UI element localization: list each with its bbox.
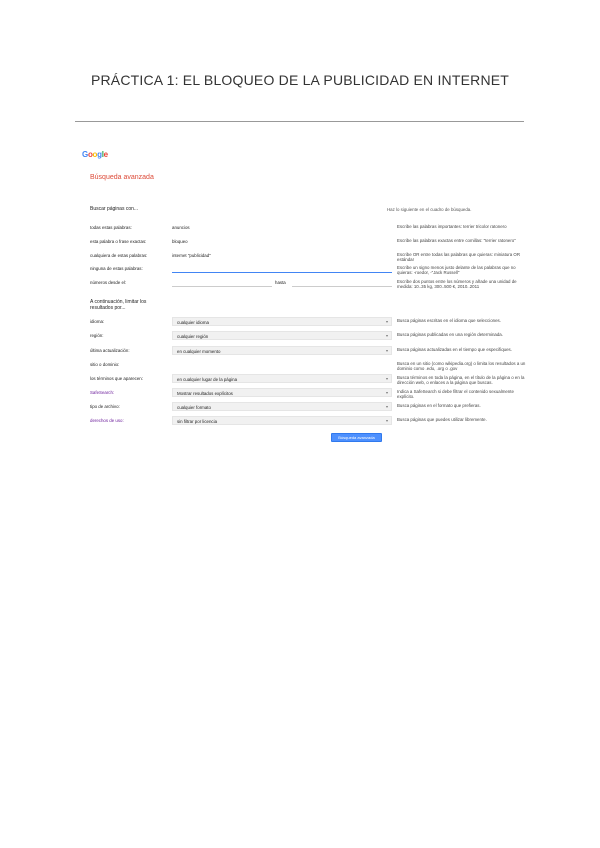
field-hint: Busca términos en toda la página, en el … — [397, 375, 525, 386]
language-select[interactable]: cualquier idioma ▾ — [172, 317, 392, 326]
form-row: SafeSearch: Mostrar resultados explícito… — [90, 388, 526, 400]
field-label: los términos que aparecen: — [90, 376, 143, 381]
field-label: tipo de archivo: — [90, 404, 120, 409]
form-row: números desde el: hasta Escribe dos punt… — [90, 278, 526, 290]
form-row: sitio o dominio: Busca en un sitio (como… — [90, 360, 526, 372]
field-label: sitio o dominio: — [90, 362, 120, 367]
dropdown-arrow-icon: ▾ — [385, 376, 388, 381]
form-row: ninguna de estas palabras: Escribe un si… — [90, 264, 526, 276]
dropdown-arrow-icon: ▾ — [385, 348, 388, 353]
field-hint: Busca páginas escritas en el idioma que … — [397, 318, 501, 323]
safesearch-select[interactable]: Mostrar resultados explícitos ▾ — [172, 388, 392, 397]
terms-appearing-select[interactable]: en cualquier lugar de la página ▾ — [172, 374, 392, 383]
field-hint: Escribe un signo menos justo delante de … — [397, 265, 516, 276]
field-hint: Busca páginas actualizadas en el tiempo … — [397, 347, 512, 352]
select-value: cualquier formato — [177, 405, 211, 410]
number-to-input[interactable] — [292, 278, 392, 287]
form-row: derechos de uso: sin filtrar por licenci… — [90, 416, 526, 426]
file-type-select[interactable]: cualquier formato ▾ — [172, 402, 392, 411]
select-value: en cualquier lugar de la página — [177, 377, 238, 382]
field-label: esta palabra o frase exactas: — [90, 239, 147, 244]
none-words-input[interactable] — [172, 264, 392, 273]
to-label: hasta — [275, 280, 286, 285]
field-label: cualquiera de estas palabras: — [90, 253, 148, 258]
document-title: PRÁCTICA 1: EL BLOQUEO DE LA PUBLICIDAD … — [90, 72, 510, 88]
all-words-input[interactable]: anuncios — [172, 225, 190, 230]
google-logo: Google — [82, 150, 108, 159]
field-label: todas estas palabras: — [90, 225, 132, 230]
field-label: idioma: — [90, 319, 105, 324]
field-label: números desde el: — [90, 280, 127, 285]
form-row: los términos que aparecen: en cualquier … — [90, 374, 526, 386]
usage-rights-link[interactable]: derechos de uso: — [90, 418, 162, 423]
field-label: última actualización: — [90, 348, 130, 353]
advanced-search-button[interactable]: Búsqueda avanzada — [331, 433, 382, 442]
form-row: todas estas palabras: anuncios Escribe l… — [90, 223, 526, 233]
form-row: región: cualquier región ▾ Busca páginas … — [90, 331, 526, 341]
form-row: última actualización: en cualquier momen… — [90, 346, 526, 356]
field-label: región: — [90, 333, 104, 338]
page-title: Búsqueda avanzada — [90, 174, 154, 181]
dropdown-arrow-icon: ▾ — [385, 390, 388, 395]
dropdown-arrow-icon: ▾ — [385, 333, 388, 338]
form-row: idioma: cualquier idioma ▾ Busca páginas … — [90, 317, 526, 327]
field-hint: Busca en un sitio (como wikipedia.org) o… — [397, 361, 526, 372]
dropdown-arrow-icon: ▾ — [385, 404, 388, 409]
usage-rights-select[interactable]: sin filtrar por licencia ▾ — [172, 416, 392, 425]
select-value: cualquier región — [177, 334, 209, 339]
hint-heading: Haz lo siguiente en el cuadro de búsqued… — [387, 207, 472, 212]
any-words-input[interactable]: internet "publicidad" — [172, 253, 211, 258]
select-value: sin filtrar por licencia — [177, 419, 218, 424]
field-hint: Escribe las palabras exactas entre comil… — [397, 238, 516, 243]
select-value: cualquier idioma — [177, 320, 209, 325]
dropdown-arrow-icon: ▾ — [385, 418, 388, 423]
form-row: cualquiera de estas palabras: internet "… — [90, 251, 526, 263]
advanced-search-screenshot: Google Búsqueda avanzada Buscar páginas … — [80, 148, 526, 448]
field-hint: Busca páginas publicadas en una región d… — [397, 332, 503, 337]
field-label: ninguna de estas palabras: — [90, 266, 143, 271]
select-value: Mostrar resultados explícitos — [177, 391, 233, 396]
field-hint: Busca páginas que puedes utilizar librem… — [397, 417, 487, 422]
number-from-input[interactable] — [172, 278, 272, 287]
safesearch-link[interactable]: SafeSearch: — [90, 390, 162, 395]
section-heading: Buscar páginas con... — [90, 206, 139, 212]
region-select[interactable]: cualquier región ▾ — [172, 331, 392, 340]
exact-phrase-input[interactable]: bloqueo — [172, 239, 188, 244]
field-hint: Escribe dos puntos entre los números y a… — [397, 279, 517, 290]
field-hint: Escribe OR entre todas las palabras que … — [397, 252, 520, 263]
form-row: esta palabra o frase exactas: bloqueo Es… — [90, 237, 526, 247]
last-update-select[interactable]: en cualquier momento ▾ — [172, 346, 392, 355]
field-hint: Escribe las palabras importantes: terrie… — [397, 224, 507, 229]
dropdown-arrow-icon: ▾ — [385, 319, 388, 324]
field-hint: Indica a SafeSearch si debe filtrar el c… — [397, 389, 514, 400]
select-value: en cualquier momento — [177, 349, 221, 354]
field-hint: Busca páginas en el formato que prefiera… — [397, 403, 481, 408]
divider — [75, 121, 524, 122]
section-heading: A continuación, limitar los resultados p… — [90, 299, 147, 311]
form-row: tipo de archivo: cualquier formato ▾ Busc… — [90, 402, 526, 412]
